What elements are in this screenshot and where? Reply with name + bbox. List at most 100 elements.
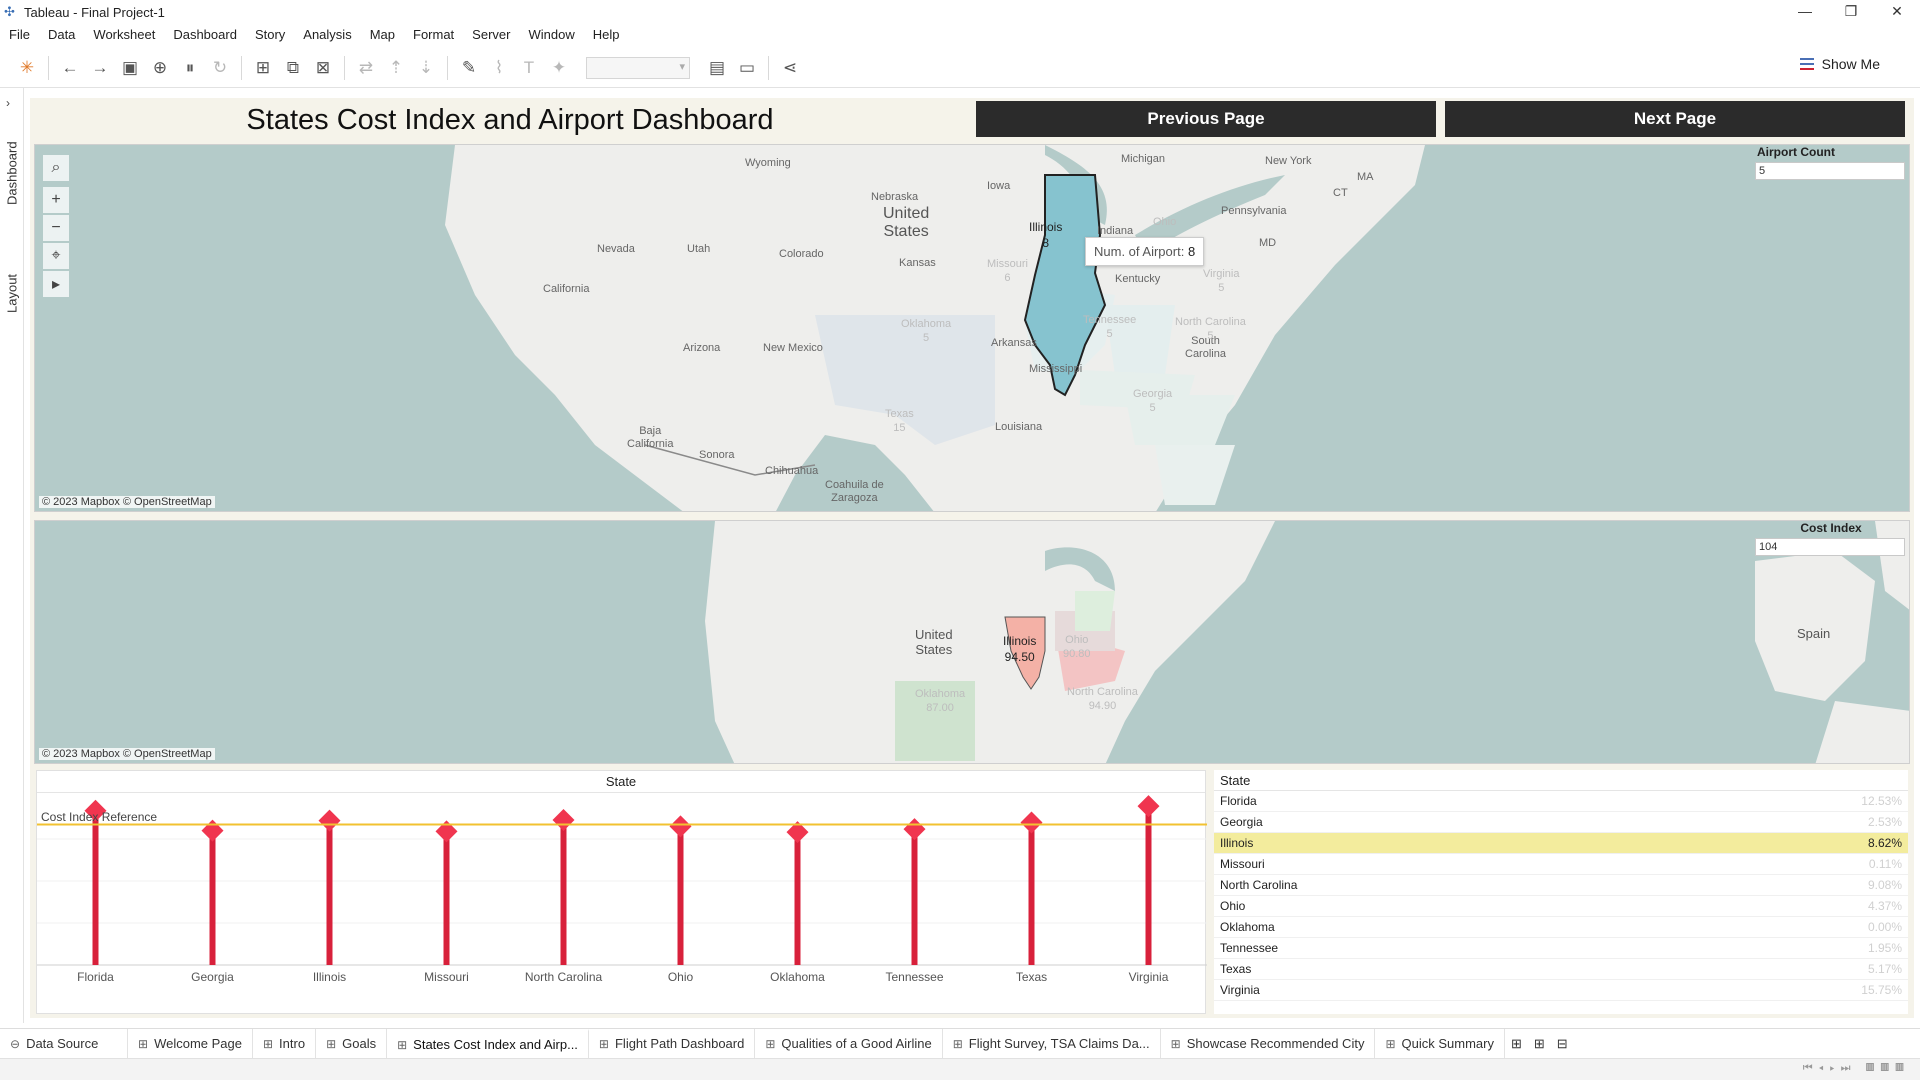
label-iowa: Iowa [987, 180, 1011, 192]
sheet-tab[interactable]: ⊞ Goals [316, 1028, 388, 1059]
menu-story[interactable]: Story [246, 24, 294, 46]
new-story-tab-icon[interactable]: ⊟ [1551, 1029, 1574, 1059]
lollipop-marker-virginia[interactable] [1137, 795, 1160, 818]
save-icon[interactable]: ▣ [115, 53, 145, 83]
label-missouri: Missouri 6 [987, 258, 1028, 284]
pause-updates-icon[interactable]: ⏸ [175, 53, 205, 83]
sheet-tab[interactable]: ⊞ States Cost Index and Airp... [387, 1028, 589, 1059]
lollipop-marker-texas[interactable] [1020, 811, 1043, 834]
menu-help[interactable]: Help [584, 24, 629, 46]
sheet-tab[interactable]: ⊞ Flight Survey, TSA Claims Da... [943, 1028, 1161, 1059]
airport-count-map[interactable]: Wyoming Michigan New York Nebraska Iowa … [34, 144, 1910, 512]
label-pennsylvania: Pennsylvania [1221, 205, 1287, 217]
maximize-button[interactable]: ❐ [1828, 0, 1874, 24]
lollipop-marker-illinois[interactable] [318, 809, 341, 832]
label-oklahoma: Oklahoma 87.00 [915, 688, 966, 714]
swap-rows-columns-icon[interactable]: ⇄ [351, 53, 381, 83]
data-source-tab[interactable]: ⊖ Data Source [0, 1028, 128, 1059]
lollipop-marker-tennessee[interactable] [903, 818, 926, 841]
menu-dashboard[interactable]: Dashboard [164, 24, 246, 46]
sheet-tab[interactable]: ⊞ Showcase Recommended City [1161, 1028, 1376, 1059]
fit-dropdown[interactable] [586, 56, 690, 79]
lollipop-marker-georgia[interactable] [201, 819, 224, 842]
sort-descending-icon[interactable]: ⇣ [411, 53, 441, 83]
sheet-tab-label: Quick Summary [1401, 1036, 1494, 1051]
status-bar: ⏮◂▸⏭ ▦▦▦ [0, 1058, 1920, 1080]
table-row[interactable]: Ohio 4.37% [1214, 896, 1908, 917]
previous-page-button[interactable]: Previous Page [976, 101, 1436, 137]
sheet-tab[interactable]: ⊞ Intro [253, 1028, 317, 1059]
state-percent: 0.11% [1868, 857, 1902, 871]
refresh-icon[interactable]: ↻ [205, 53, 235, 83]
sheet-tab[interactable]: ⊞ Qualities of a Good Airline [755, 1028, 943, 1059]
table-row[interactable]: Texas 5.17% [1214, 959, 1908, 980]
minimize-button[interactable]: — [1782, 0, 1828, 24]
state-name: Virginia [1220, 983, 1260, 997]
next-page-button[interactable]: Next Page [1445, 101, 1905, 137]
table-header: State [1214, 770, 1908, 791]
sort-ascending-icon[interactable]: ⇡ [381, 53, 411, 83]
lollipop-marker-north-carolina[interactable] [552, 809, 575, 832]
new-worksheet-icon[interactable]: ⊞ [248, 53, 278, 83]
tab-layout[interactable]: Layout [2, 258, 22, 328]
table-row[interactable]: Florida 12.53% [1214, 791, 1908, 812]
tableau-home-icon[interactable]: ✳ [12, 53, 42, 83]
table-row[interactable]: Oklahoma 0.00% [1214, 917, 1908, 938]
state-percent: 15.75% [1861, 983, 1902, 997]
show-mark-labels-icon[interactable]: T [514, 53, 544, 83]
map-search-icon[interactable]: ⌕ [43, 155, 69, 181]
label-tennessee: Tennessee 5 [1083, 314, 1137, 340]
new-worksheet-tab-icon[interactable]: ⊞ [1505, 1029, 1528, 1059]
sheet-tab[interactable]: ⊞ Quick Summary [1375, 1028, 1505, 1059]
menu-data[interactable]: Data [39, 24, 84, 46]
new-dashboard-tab-icon[interactable]: ⊞ [1528, 1029, 1551, 1059]
airport-count-filter-input[interactable]: 5 [1755, 162, 1905, 180]
undo-icon[interactable]: ← [55, 53, 85, 83]
cost-index-map[interactable]: United States Spain Illinois 94.50 Ohio … [34, 520, 1910, 764]
menu-file[interactable]: File [0, 24, 39, 46]
dashboard-title: States Cost Index and Airport Dashboard [246, 104, 774, 136]
menu-map[interactable]: Map [361, 24, 404, 46]
sheet-tab[interactable]: ⊞ Flight Path Dashboard [589, 1028, 756, 1059]
label-georgia: Georgia 5 [1133, 388, 1173, 414]
menu-worksheet[interactable]: Worksheet [84, 24, 164, 46]
expand-tools-icon[interactable]: ▸ [43, 271, 69, 297]
close-button[interactable]: ✕ [1874, 0, 1920, 24]
show-me-button[interactable]: Show Me [1799, 56, 1880, 72]
presentation-mode-icon[interactable]: ▭ [732, 53, 762, 83]
clear-sheet-icon[interactable]: ⊠ [308, 53, 338, 83]
x-tick-label: Missouri [424, 970, 469, 984]
share-icon[interactable]: ⋖ [775, 53, 805, 83]
table-row[interactable]: Georgia 2.53% [1214, 812, 1908, 833]
show-cards-icon[interactable]: ▤ [702, 53, 732, 83]
table-row[interactable]: Virginia 15.75% [1214, 980, 1908, 1001]
menu-format[interactable]: Format [404, 24, 463, 46]
label-colorado: Colorado [779, 248, 824, 260]
new-data-source-icon[interactable]: ⊕ [145, 53, 175, 83]
menu-server[interactable]: Server [463, 24, 519, 46]
table-row[interactable]: Illinois 8.62% [1214, 833, 1908, 854]
highlight-icon[interactable]: ✎ [454, 53, 484, 83]
table-row[interactable]: Tennessee 1.95% [1214, 938, 1908, 959]
group-members-icon[interactable]: ⌇ [484, 53, 514, 83]
sheet-tab[interactable]: ⊞ Welcome Page [128, 1028, 253, 1059]
cost-index-filter-input[interactable]: 104 [1755, 538, 1905, 556]
tab-dashboard[interactable]: Dashboard [2, 128, 22, 218]
title-bar: ✣ Tableau - Final Project-1 — ❐ ✕ [0, 0, 1920, 24]
table-row[interactable]: North Carolina 9.08% [1214, 875, 1908, 896]
menu-analysis[interactable]: Analysis [294, 24, 360, 46]
zoom-out-icon[interactable]: − [43, 215, 69, 241]
expand-panel-icon[interactable]: › [6, 96, 10, 110]
lollipop-marker-ohio[interactable] [669, 815, 692, 838]
fix-axes-icon[interactable]: ✦ [544, 53, 574, 83]
zoom-in-icon[interactable]: + [43, 187, 69, 213]
menu-window[interactable]: Window [519, 24, 583, 46]
sheet-tab-label: Showcase Recommended City [1186, 1036, 1365, 1051]
table-row[interactable]: Missouri 0.11% [1214, 854, 1908, 875]
sheet-navigation-icons[interactable]: ⏮◂▸⏭ ▦▦▦ [1803, 1062, 1910, 1075]
reset-map-icon[interactable]: ⌖ [43, 243, 69, 269]
state-name: Ohio [1220, 899, 1246, 913]
redo-icon[interactable]: → [85, 53, 115, 83]
duplicate-icon[interactable]: ⧉ [278, 53, 308, 83]
toolbar-separator [447, 55, 448, 80]
